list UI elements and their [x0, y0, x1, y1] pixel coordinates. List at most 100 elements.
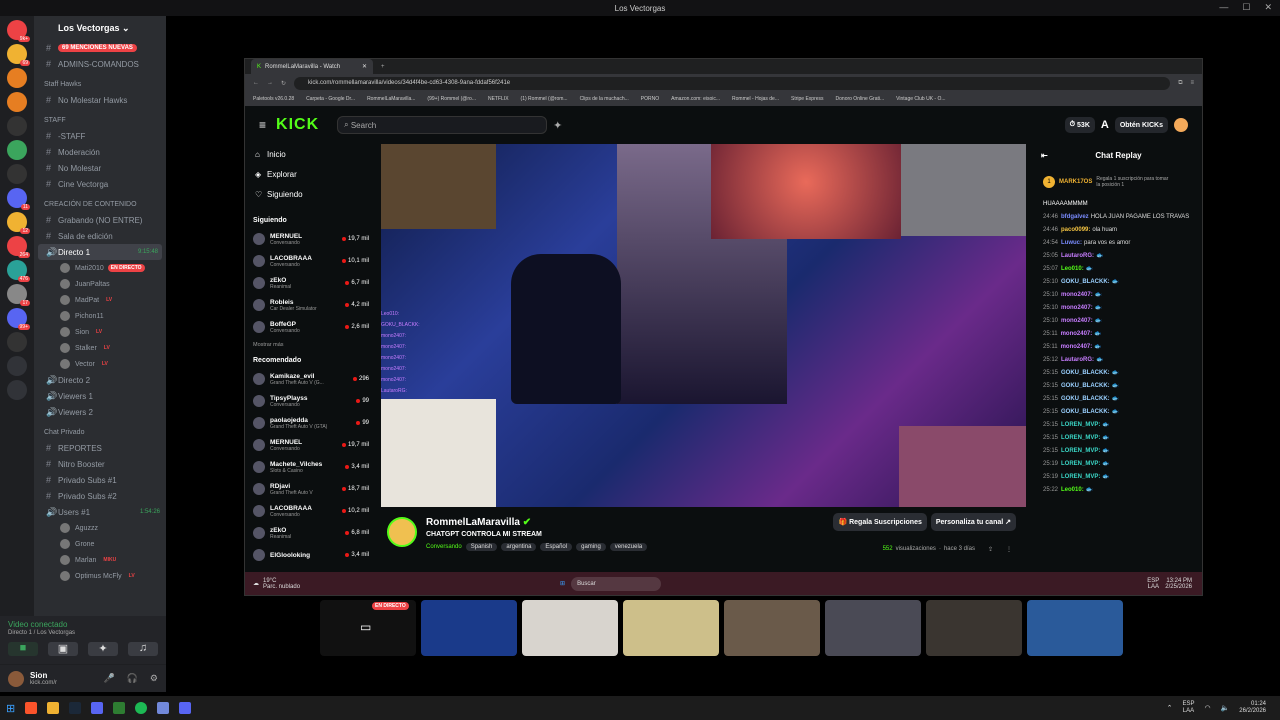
channel-list-item[interactable]: Machete_Vilches Slots & Casino 3,4 mil	[245, 456, 375, 478]
chat-username[interactable]: Leo010:	[1061, 487, 1084, 493]
channel-item[interactable]: # Nitro Booster	[34, 456, 166, 472]
channel-item[interactable]: # Sala de edición	[34, 228, 166, 244]
participant-tile[interactable]	[421, 600, 517, 656]
rewards-icon[interactable]: A	[1101, 119, 1109, 131]
chat-username[interactable]: mono2407:	[1061, 331, 1093, 337]
browser-tab[interactable]: K RommelLaMaravilla - Watch ✕	[251, 59, 373, 74]
server-icon[interactable]	[7, 140, 27, 160]
channel-list-item[interactable]: TipsyPlayss Conversando 99	[245, 390, 375, 412]
screen-share-button[interactable]: ▣	[48, 642, 78, 656]
channel-name[interactable]: RommelLaMaravilla ✔	[426, 517, 531, 528]
sparkle-icon[interactable]: ✦	[553, 119, 562, 132]
channel-list-item[interactable]: RDjavi Grand Theft Auto V 18,7 mil	[245, 478, 375, 500]
chat-username[interactable]: bfdgalvez	[1061, 214, 1089, 220]
avatar[interactable]	[8, 670, 24, 687]
tag-chip[interactable]: Spanish	[465, 543, 498, 551]
back-icon[interactable]: ←	[253, 80, 259, 86]
bookmark-item[interactable]: NETFLIX	[488, 96, 509, 102]
taskbar-search[interactable]: Buscar	[571, 576, 662, 591]
chat-username[interactable]: mono2407:	[1061, 292, 1093, 298]
channel-item[interactable]: # REPORTES	[34, 440, 166, 456]
participant-tile[interactable]	[522, 600, 618, 656]
chat-username[interactable]: GOKU_BLACKK:	[1061, 279, 1110, 285]
app-icon[interactable]	[113, 702, 126, 714]
channel-item[interactable]: # No Molestar	[34, 160, 166, 176]
voice-channel-item[interactable]: 🔊 Directo 2	[34, 372, 166, 388]
nav-siguiendo[interactable]: ♡ Siguiendo	[245, 184, 375, 204]
chat-username[interactable]: mono2407:	[1061, 318, 1093, 324]
chat-username[interactable]: Leo010:	[1061, 266, 1084, 272]
gear-icon[interactable]: ⚙	[150, 673, 158, 684]
voice-channel-users-1[interactable]: 🔊 Users #1 1:54:26	[34, 504, 166, 520]
channel-item[interactable]: # Privado Subs #1	[34, 472, 166, 488]
voice-user[interactable]: Pichon11	[34, 308, 166, 324]
address-bar[interactable]: kick.com/rommellamaravilla/videos/34d4f4…	[294, 76, 1171, 90]
steam-icon[interactable]	[69, 702, 82, 714]
voice-channel-item[interactable]: 🔊 Viewers 2	[34, 404, 166, 420]
chat-username[interactable]: LOREN_MVP:	[1061, 422, 1100, 428]
bookmark-item[interactable]: Donoro Online Grati...	[836, 96, 885, 102]
chat-username[interactable]: LautaroRG:	[1061, 253, 1094, 259]
channel-item[interactable]: # Cine Vectorga	[34, 176, 166, 192]
bookmark-item[interactable]: Amazon.com: eisoic...	[671, 96, 720, 102]
participant-tile[interactable]	[926, 600, 1022, 656]
menu-icon[interactable]: ≡	[1190, 80, 1194, 86]
voice-user[interactable]: Vector LV	[34, 356, 166, 372]
bookmark-item[interactable]: Vintage Club UK - O...	[896, 96, 945, 102]
bookmark-item[interactable]: Stripe Express	[791, 96, 824, 102]
get-kicks-button[interactable]: Obtén KICKs	[1114, 117, 1168, 133]
start-icon[interactable]: ⊞	[560, 580, 565, 587]
new-tab-icon[interactable]: +	[381, 64, 385, 70]
channel-item[interactable]: # -STAFF	[34, 128, 166, 144]
chat-username[interactable]: paco0099:	[1061, 227, 1090, 233]
participant-tile[interactable]	[825, 600, 921, 656]
more-icon[interactable]: ⋮	[1006, 546, 1012, 553]
voice-user[interactable]: Sion LV	[34, 324, 166, 340]
minimize-icon[interactable]: —	[1219, 2, 1228, 13]
category-header[interactable]: Staff Hawks	[34, 76, 166, 92]
folder-icon[interactable]	[47, 702, 60, 714]
chat-username[interactable]: LOREN_MVP:	[1061, 474, 1100, 480]
server-icon[interactable]: 69	[7, 44, 30, 66]
close-icon[interactable]: ✕	[1264, 2, 1272, 13]
chat-username[interactable]: LautaroRG:	[1061, 357, 1094, 363]
tag-chip[interactable]: Español	[540, 543, 573, 551]
pinned-gift-banner[interactable]: 1 MARK17OS Regala 1 suscripción para tom…	[1043, 170, 1194, 194]
gift-subs-button[interactable]: 🎁 Regala Suscripciones	[833, 513, 927, 531]
channel-list-item[interactable]: paolaojedda Grand Theft Auto V (GTA) 99	[245, 412, 375, 434]
headphones-icon[interactable]: 🎧	[127, 673, 138, 684]
extensions-icon[interactable]: ⧉	[1178, 80, 1182, 87]
participant-tile[interactable]	[724, 600, 820, 656]
chat-username[interactable]: GOKU_BLACKK:	[1061, 409, 1110, 415]
chat-username[interactable]: GOKU_BLACKK:	[1061, 383, 1110, 389]
server-icon[interactable]	[7, 164, 27, 184]
server-icon[interactable]: 264	[7, 236, 30, 258]
tag-chip[interactable]: venezuela	[609, 543, 648, 551]
avatar[interactable]	[1174, 118, 1188, 132]
voice-channel-directo-1[interactable]: 🔊 Directo 1 9:15:48	[38, 244, 162, 260]
server-icon[interactable]: 17	[7, 284, 30, 306]
voice-user[interactable]: Stalker LV	[34, 340, 166, 356]
participant-tile[interactable]	[1027, 600, 1123, 656]
channel-list-item[interactable]: LACOBRAAA Conversando 10,2 mil	[245, 500, 375, 522]
server-icon[interactable]	[7, 116, 27, 136]
bookmark-item[interactable]: Clips de la muchach...	[580, 96, 629, 102]
nav-explorar[interactable]: ◈ Explorar	[245, 164, 375, 184]
bookmark-item[interactable]: Carpeta - Google Dr...	[306, 96, 355, 102]
server-icon[interactable]	[7, 68, 27, 88]
category-header[interactable]: STAFF	[34, 112, 166, 128]
channel-item[interactable]: # ADMINS-COMANDOS	[34, 56, 166, 72]
app-icon[interactable]	[157, 702, 170, 714]
voice-user[interactable]: Grone	[34, 536, 166, 552]
mentions-badge[interactable]: 69 MENCIONES NUEVAS	[58, 44, 137, 52]
channel-list-item[interactable]: MERNUEL Conversando 19,7 mil	[245, 228, 375, 250]
voice-user[interactable]: Optimus McFly LV	[34, 568, 166, 584]
voice-user[interactable]: JuanPaltas	[34, 276, 166, 292]
show-more-link[interactable]: Mostrar más	[245, 338, 375, 352]
channel-list-item[interactable]: Robleis Car Dealer Simulator 4,2 mil	[245, 294, 375, 316]
category-header[interactable]: CREACIÓN DE CONTENIDO	[34, 196, 166, 212]
category-chat-privado[interactable]: Chat Privado	[34, 424, 166, 440]
kick-logo[interactable]: KICK	[276, 116, 319, 134]
spotify-icon[interactable]	[135, 702, 148, 714]
voice-user[interactable]: MadPat LV	[34, 292, 166, 308]
